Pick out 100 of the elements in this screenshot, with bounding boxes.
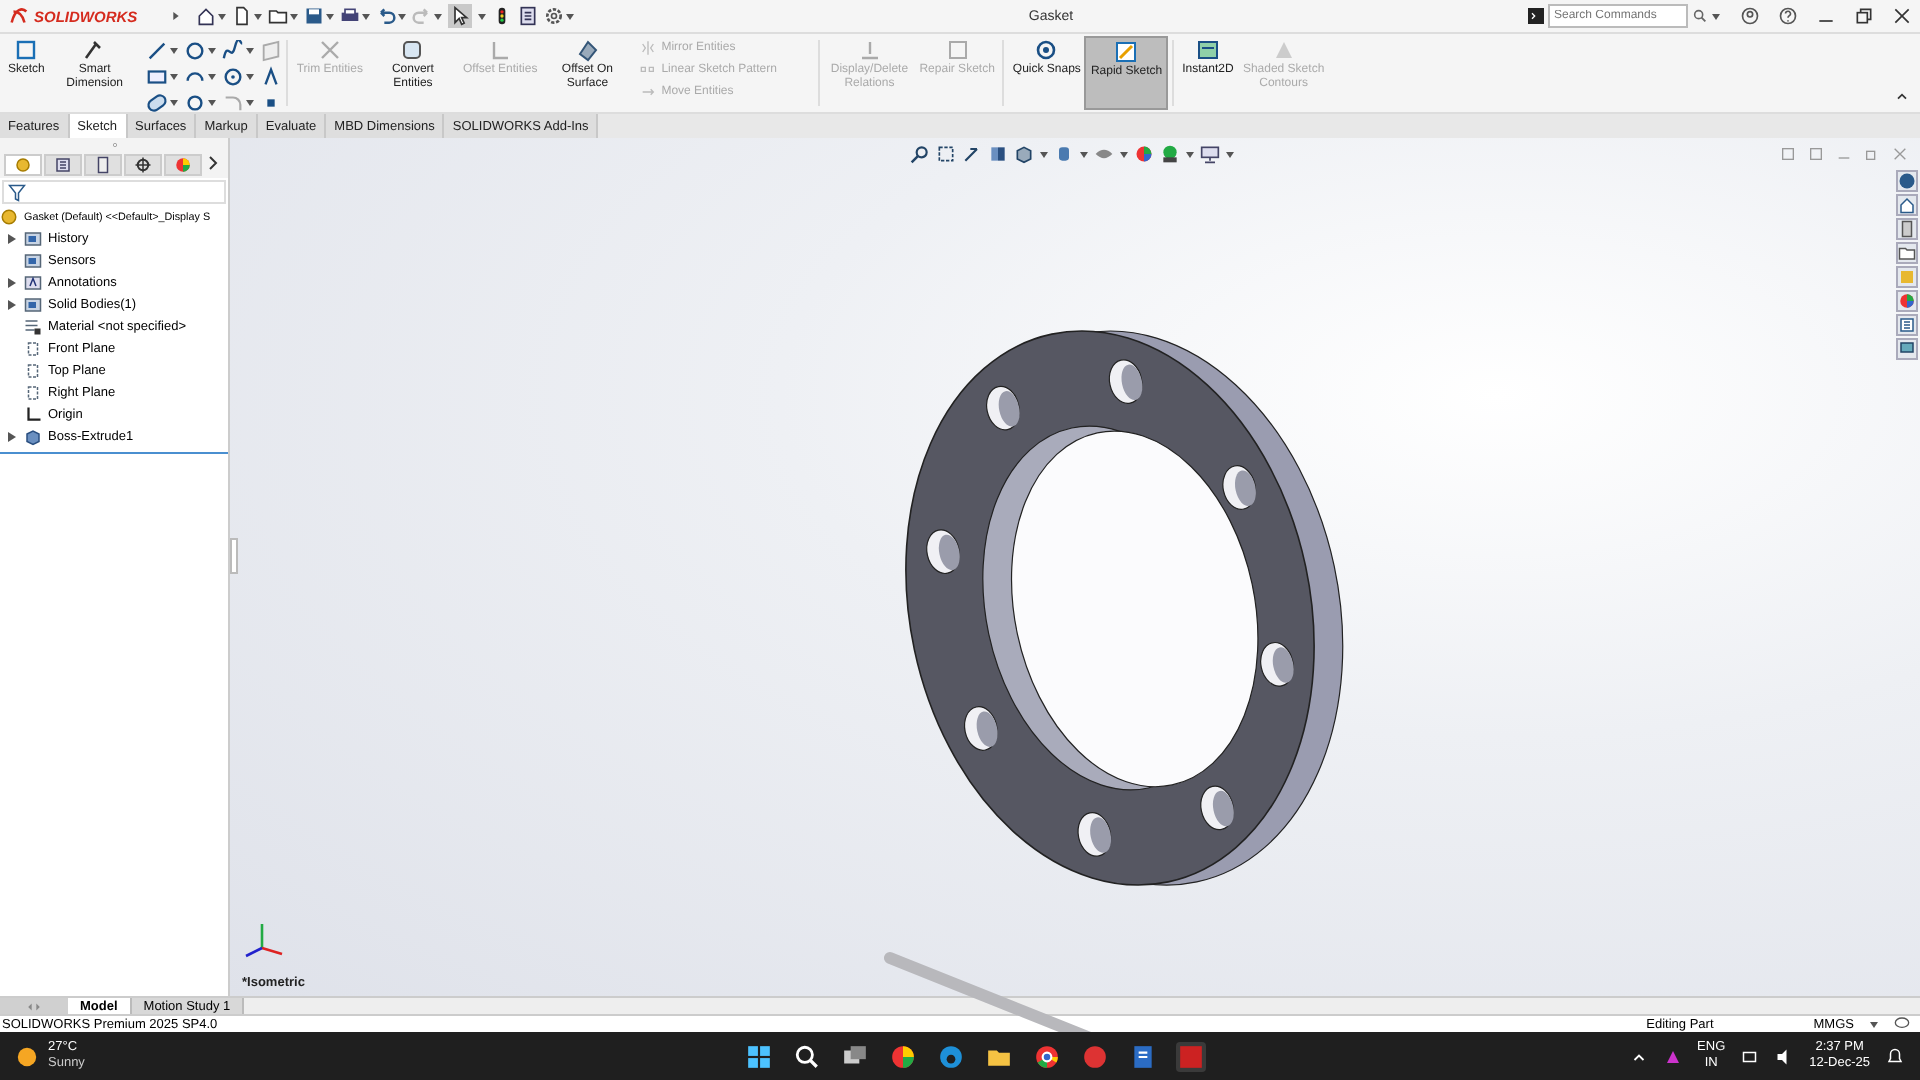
appearance-icon[interactable] (1896, 290, 1918, 312)
expand-arrow-icon[interactable] (8, 278, 16, 288)
chat-bubble-icon[interactable] (1894, 1016, 1910, 1032)
caret-icon[interactable] (326, 13, 334, 19)
settings-icon[interactable] (544, 6, 564, 26)
help-icon[interactable] (1778, 6, 1798, 26)
new-document-icon[interactable] (232, 6, 252, 26)
expand-arrow-icon[interactable] (8, 432, 16, 442)
caret-icon[interactable] (566, 13, 574, 19)
open-folder-icon[interactable] (268, 6, 288, 26)
previous-view-icon[interactable] (962, 144, 982, 164)
caret-icon[interactable] (208, 100, 217, 106)
pattern-icon (639, 62, 656, 78)
library-icon[interactable] (1896, 218, 1918, 240)
appearance-icon (174, 156, 192, 174)
user-account-icon[interactable] (1740, 6, 1760, 26)
spline-icon[interactable] (222, 40, 245, 62)
restore-icon[interactable] (1854, 6, 1874, 26)
collapse-ribbon-icon[interactable] (1894, 88, 1910, 104)
caret-icon[interactable] (290, 13, 298, 19)
edit-appearance-icon[interactable] (1134, 144, 1154, 164)
file-properties-icon[interactable] (518, 6, 538, 26)
caret-icon[interactable] (254, 13, 262, 19)
text-icon[interactable] (260, 66, 283, 88)
undo-icon[interactable] (376, 6, 396, 26)
color-wheel-icon[interactable] (890, 1044, 916, 1070)
notification-icon[interactable] (1886, 1047, 1904, 1065)
close-icon[interactable] (1892, 6, 1912, 26)
globe-icon[interactable] (1896, 170, 1918, 192)
home-icon[interactable] (1896, 194, 1918, 216)
caret-icon[interactable] (170, 74, 179, 80)
caret-icon[interactable] (398, 13, 406, 19)
polygon-icon[interactable] (222, 66, 245, 88)
expand-arrow-icon[interactable] (168, 8, 184, 24)
caret-icon[interactable] (1186, 151, 1194, 157)
print-icon[interactable] (340, 6, 360, 26)
caret-icon[interactable] (218, 13, 226, 19)
view-orientation-icon[interactable] (1014, 144, 1034, 164)
caret-icon[interactable] (208, 74, 217, 80)
section-view-icon[interactable] (988, 144, 1008, 164)
search-icon[interactable] (794, 1044, 820, 1070)
tile-right-icon[interactable] (1808, 146, 1824, 162)
relations-icon (857, 38, 882, 62)
zoom-to-fit-icon[interactable] (910, 144, 930, 164)
folder-icon[interactable] (1896, 242, 1918, 264)
hide-show-icon[interactable] (1094, 144, 1114, 164)
display-style-icon[interactable] (1054, 144, 1074, 164)
material-icon (24, 318, 42, 336)
save-icon[interactable] (304, 6, 324, 26)
caret-icon[interactable] (246, 74, 255, 80)
expand-arrow-icon[interactable] (8, 234, 16, 244)
zoom-area-icon[interactable] (936, 144, 956, 164)
drag-handle-icon[interactable] (109, 140, 119, 150)
caret-icon[interactable] (1040, 151, 1048, 157)
caret-icon[interactable] (246, 100, 255, 106)
caret-icon[interactable] (1870, 1021, 1878, 1027)
task-view-icon[interactable] (842, 1044, 868, 1070)
property-list-icon (54, 156, 72, 174)
sketch-icon (14, 38, 39, 62)
tray-app-icon[interactable] (1663, 1047, 1682, 1065)
caret-icon[interactable] (208, 48, 217, 54)
browser-icon[interactable] (938, 1044, 964, 1070)
caret-icon[interactable] (1120, 151, 1128, 157)
panel-resize-handle[interactable] (230, 538, 238, 574)
caret-icon[interactable] (1226, 151, 1234, 157)
windows-start-icon[interactable] (746, 1044, 772, 1070)
chat-icon[interactable] (1896, 338, 1918, 360)
surface-icon (575, 38, 600, 62)
bolt-hole (926, 529, 960, 575)
caret-icon[interactable] (170, 100, 179, 106)
panel-tab[interactable] (84, 154, 122, 176)
feature-tree-icon (14, 156, 32, 174)
annotation-icon (24, 274, 42, 292)
caret-icon[interactable] (478, 13, 486, 19)
rectangle-icon[interactable] (146, 66, 169, 88)
pointer-icon[interactable] (450, 6, 470, 26)
chrome-icon[interactable] (1034, 1044, 1060, 1070)
panel-tab[interactable] (124, 154, 162, 176)
caret-icon[interactable] (1712, 13, 1720, 19)
app-icon[interactable] (1082, 1044, 1108, 1070)
expand-arrow-icon[interactable] (8, 300, 16, 310)
network-icon[interactable] (1741, 1047, 1760, 1065)
tile-left-icon[interactable] (1780, 146, 1796, 162)
document-app-icon[interactable] (1130, 1044, 1156, 1070)
filter-field[interactable] (2, 180, 226, 204)
scene-icon[interactable] (1160, 144, 1180, 164)
monitor-icon[interactable] (1200, 144, 1220, 164)
caret-icon[interactable] (170, 48, 179, 54)
caret-icon[interactable] (434, 13, 442, 19)
caret-icon[interactable] (246, 48, 255, 54)
point-circle-icon[interactable] (184, 92, 207, 114)
slot-icon[interactable] (146, 92, 169, 114)
caret-icon[interactable] (362, 13, 370, 19)
list-icon[interactable] (1896, 314, 1918, 336)
circle-icon[interactable] (184, 40, 207, 62)
shaded-icon (1271, 38, 1296, 62)
line-icon[interactable] (146, 40, 169, 62)
caret-icon[interactable] (1080, 151, 1088, 157)
repair-icon (945, 38, 970, 62)
home-icon[interactable] (196, 6, 216, 26)
